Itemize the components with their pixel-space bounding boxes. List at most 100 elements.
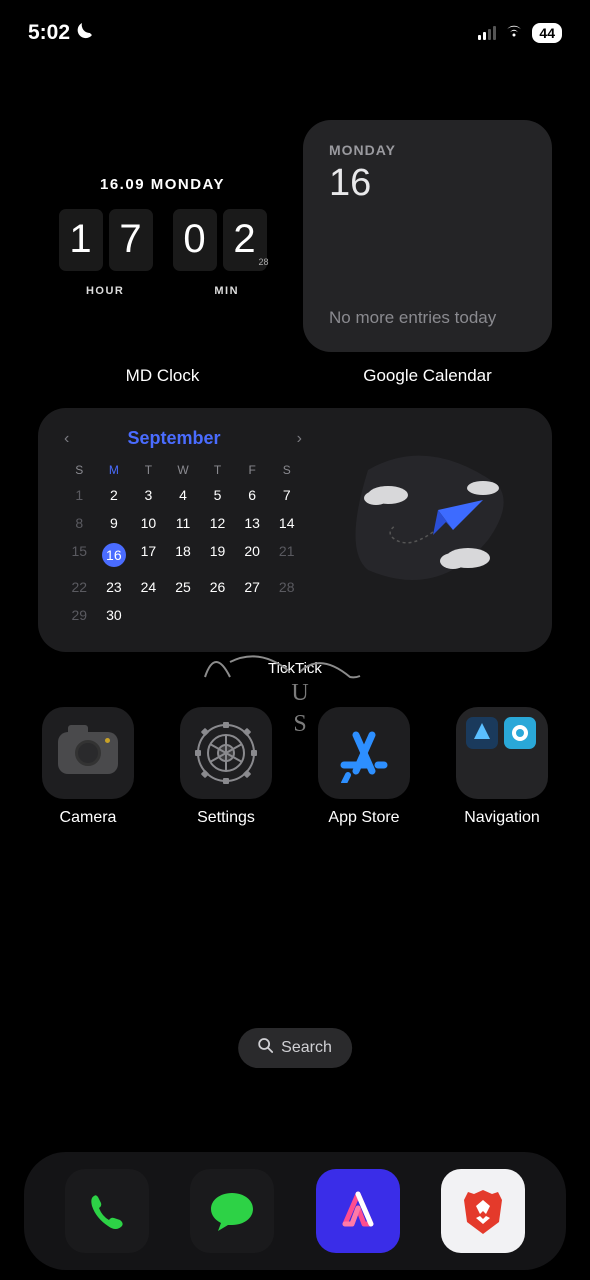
cal-day[interactable]: 11 [166, 509, 201, 537]
cal-day[interactable] [200, 601, 235, 629]
cal-day[interactable]: 4 [166, 481, 201, 509]
hm-labels: HOUR MIN [86, 285, 239, 297]
min-digit-1: 0 [173, 209, 217, 271]
mdclock-widget[interactable]: 16.09 MONDAY 1 7 0 2 28 HOUR MIN [38, 120, 287, 352]
cal-day[interactable]: 22 [62, 573, 97, 601]
search-button[interactable]: Search [238, 1028, 352, 1068]
cal-day[interactable]: 27 [235, 573, 270, 601]
cal-day[interactable] [269, 601, 304, 629]
status-right: 44 [478, 23, 562, 43]
dow-header: M [97, 459, 132, 481]
cal-day[interactable]: 13 [235, 509, 270, 537]
search-icon [258, 1038, 273, 1058]
cal-day[interactable]: 5 [200, 481, 235, 509]
moon-icon [76, 21, 96, 46]
app-label: Settings [197, 809, 255, 827]
cal-day[interactable]: 18 [166, 537, 201, 573]
gcal-message: No more entries today [329, 307, 526, 330]
cal-day[interactable]: 6 [235, 481, 270, 509]
mdclock-widget-col: 16.09 MONDAY 1 7 0 2 28 HOUR MIN MD Cloc… [38, 120, 287, 386]
dock-phone[interactable] [65, 1169, 149, 1253]
camera-icon [42, 707, 134, 799]
mdclock-date: 16.09 MONDAY [100, 176, 225, 193]
app-camera[interactable]: Camera [38, 707, 138, 827]
cal-day[interactable]: 21 [269, 537, 304, 573]
cal-day[interactable]: 30 [97, 601, 132, 629]
cal-day[interactable]: 17 [131, 537, 166, 573]
app-appstore[interactable]: App Store [314, 707, 414, 827]
folder-icon [456, 707, 548, 799]
cal-grid: SMTWTFS123456789101112131415161718192021… [62, 459, 304, 629]
ticktick-widget-wrap: ‹ September › SMTWTFS1234567891011121314… [0, 386, 590, 677]
google-calendar-widget[interactable]: MONDAY 16 No more entries today [303, 120, 552, 352]
appstore-icon [318, 707, 410, 799]
cal-day[interactable]: 20 [235, 537, 270, 573]
app-label: App Store [328, 809, 399, 827]
flip-clock: 1 7 0 2 28 [59, 209, 267, 271]
app-navigation-folder[interactable]: Navigation [452, 707, 552, 827]
hour-digit-2: 7 [109, 209, 153, 271]
ticktick-widget[interactable]: ‹ September › SMTWTFS1234567891011121314… [38, 408, 552, 652]
dow-header: F [235, 459, 270, 481]
cal-day[interactable]: 29 [62, 601, 97, 629]
gcal-widget-col: MONDAY 16 No more entries today Google C… [303, 120, 552, 386]
cal-day[interactable]: 8 [62, 509, 97, 537]
cellular-signal-icon [478, 27, 497, 40]
status-left: 5:02 [28, 21, 96, 46]
cal-day[interactable]: 10 [131, 509, 166, 537]
cal-day[interactable]: 1 [62, 481, 97, 509]
dow-header: S [62, 459, 97, 481]
gcal-weekday: MONDAY [329, 142, 526, 158]
folder-app-2 [504, 717, 536, 749]
app-label: Camera [60, 809, 117, 827]
seconds: 28 [258, 257, 268, 267]
cal-day[interactable]: 23 [97, 573, 132, 601]
cal-day[interactable]: 3 [131, 481, 166, 509]
gcal-label: Google Calendar [363, 366, 492, 386]
chevron-right-icon[interactable]: › [297, 430, 302, 448]
hour-digit-1: 1 [59, 209, 103, 271]
cal-day[interactable]: 2 [97, 481, 132, 509]
widget-row-1: 16.09 MONDAY 1 7 0 2 28 HOUR MIN MD Cloc… [0, 56, 590, 386]
ticktick-calendar: ‹ September › SMTWTFS1234567891011121314… [62, 428, 304, 632]
cal-day[interactable] [235, 601, 270, 629]
settings-icon [180, 707, 272, 799]
dock-messages[interactable] [190, 1169, 274, 1253]
clock: 5:02 [28, 21, 70, 45]
cal-day[interactable]: 14 [269, 509, 304, 537]
cal-month: September [69, 428, 278, 449]
cal-day[interactable]: 7 [269, 481, 304, 509]
ticktick-label: TickTick [268, 660, 322, 677]
cal-header: ‹ September › [62, 428, 304, 449]
mdclock-label: MD Clock [126, 366, 200, 386]
dock-arc[interactable] [316, 1169, 400, 1253]
battery-level: 44 [532, 23, 562, 43]
dow-header: T [131, 459, 166, 481]
search-label: Search [281, 1039, 332, 1057]
dow-header: S [269, 459, 304, 481]
cal-day[interactable]: 25 [166, 573, 201, 601]
cal-day[interactable]: 12 [200, 509, 235, 537]
dow-header: T [200, 459, 235, 481]
status-bar: 5:02 44 [0, 0, 590, 56]
apps-row: Camera Settings [0, 677, 590, 827]
dock-brave[interactable] [441, 1169, 525, 1253]
dow-header: W [166, 459, 201, 481]
cal-day[interactable] [166, 601, 201, 629]
min-label: MIN [214, 285, 239, 297]
cal-day[interactable]: 28 [269, 573, 304, 601]
app-settings[interactable]: Settings [176, 707, 276, 827]
cal-day[interactable]: 9 [97, 509, 132, 537]
cal-day[interactable]: 16 [97, 537, 132, 573]
cal-day[interactable]: 26 [200, 573, 235, 601]
gcal-date: 16 [329, 162, 526, 205]
min-digit-2: 2 28 [223, 209, 267, 271]
folder-app-1 [466, 717, 498, 749]
cal-day[interactable]: 24 [131, 573, 166, 601]
cal-day[interactable] [131, 601, 166, 629]
cal-day[interactable]: 19 [200, 537, 235, 573]
hour-label: HOUR [86, 285, 124, 297]
dock [24, 1152, 566, 1270]
app-label: Navigation [464, 809, 540, 827]
cal-day[interactable]: 15 [62, 537, 97, 573]
